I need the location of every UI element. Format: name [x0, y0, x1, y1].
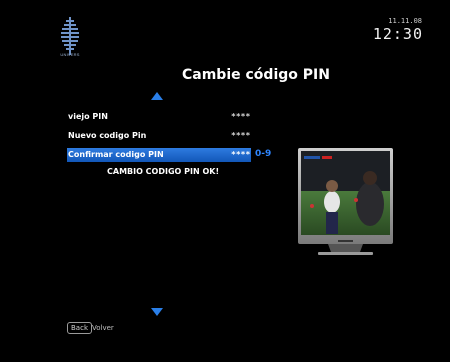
pin-masked-value: **** — [231, 112, 251, 121]
tv-preview-icon — [298, 148, 393, 255]
menu-item-label: Nuevo codigo Pin — [68, 131, 147, 140]
clock-date: 11.11.08 — [388, 17, 422, 25]
arrow-down-icon[interactable] — [151, 308, 163, 316]
menu-item-confirm-pin[interactable]: Confirmar codigo PIN **** — [67, 148, 251, 162]
pin-change-screen: UNIVERS 11.11.08 12:30 Cambie código PIN… — [0, 0, 450, 362]
clock-time: 12:30 — [372, 25, 423, 43]
digit-hint: 0-9 — [255, 149, 272, 159]
menu-item-new-pin[interactable]: Nuevo codigo Pin **** — [67, 129, 251, 143]
page-title: Cambie código PIN — [182, 67, 330, 83]
back-button[interactable]: Back — [67, 322, 92, 334]
status-message: CAMBIO CODIGO PIN OK! — [107, 167, 220, 176]
brand-logo-icon — [61, 17, 79, 55]
brand-logo-text: UNIVERS — [60, 52, 80, 57]
menu-item-old-pin[interactable]: viejo PIN **** — [67, 110, 251, 124]
pin-masked-value: **** — [231, 150, 251, 159]
menu-item-label: Confirmar codigo PIN — [68, 150, 164, 159]
arrow-up-icon[interactable] — [151, 92, 163, 100]
back-label: Volver — [92, 324, 114, 332]
pin-masked-value: **** — [231, 131, 251, 140]
menu-item-label: viejo PIN — [68, 112, 108, 121]
